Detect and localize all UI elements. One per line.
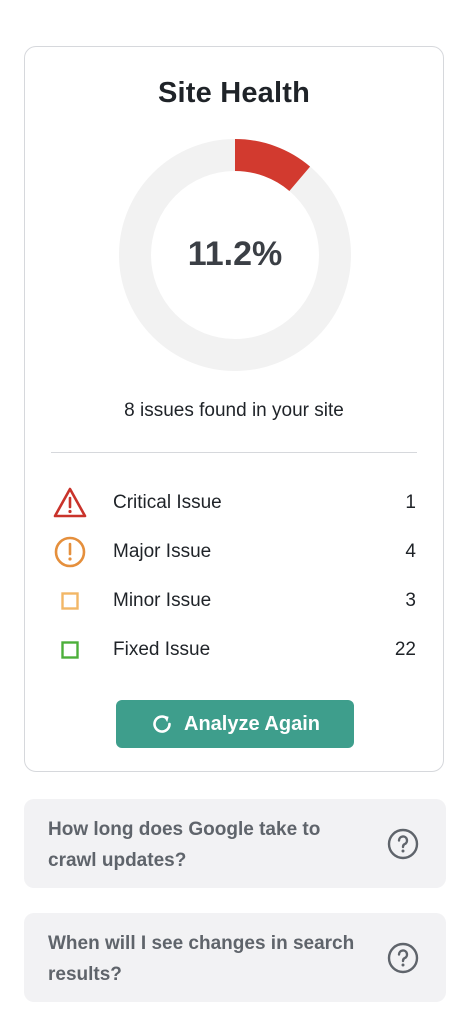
issue-row-major: Major Issue 4 bbox=[25, 534, 443, 583]
question-circle-icon[interactable] bbox=[387, 942, 419, 974]
issues-summary: 8 issues found in your site bbox=[124, 400, 344, 421]
faq-item-crawl-updates[interactable]: How long does Google take to crawl updat… bbox=[24, 799, 446, 888]
analyze-again-label: Analyze Again bbox=[184, 712, 320, 735]
square-outline-icon bbox=[52, 583, 88, 619]
issue-label: Minor Issue bbox=[113, 590, 212, 611]
refresh-icon bbox=[150, 712, 174, 736]
question-circle-icon[interactable] bbox=[387, 828, 419, 860]
issue-count: 4 bbox=[405, 541, 416, 562]
issue-count: 3 bbox=[405, 590, 416, 611]
exclamation-circle-icon bbox=[52, 534, 88, 570]
divider bbox=[51, 452, 417, 453]
issue-row-minor: Minor Issue 3 bbox=[25, 583, 443, 632]
faq-question: How long does Google take to crawl updat… bbox=[48, 819, 321, 871]
issue-row-critical: Critical Issue 1 bbox=[25, 485, 443, 534]
faq-item-search-changes[interactable]: When will I see changes in search result… bbox=[24, 913, 446, 1002]
issue-label: Major Issue bbox=[113, 541, 212, 562]
issue-row-fixed: Fixed Issue 22 bbox=[25, 632, 443, 681]
square-outline-icon bbox=[52, 632, 88, 668]
warning-triangle-icon bbox=[52, 485, 88, 521]
analyze-again-button[interactable]: Analyze Again bbox=[116, 700, 354, 748]
site-health-page: Site Health 11.2% 8 issues found in your… bbox=[0, 0, 463, 1024]
card-title: Site Health bbox=[157, 77, 311, 109]
issue-label: Fixed Issue bbox=[113, 639, 211, 660]
issue-count: 1 bbox=[405, 492, 416, 513]
faq-question: When will I see changes in search result… bbox=[48, 933, 355, 985]
health-donut-chart: 11.2% bbox=[119, 139, 351, 371]
site-health-card: Site Health 11.2% 8 issues found in your… bbox=[24, 46, 444, 772]
issue-label: Critical Issue bbox=[113, 492, 222, 513]
issue-count: 22 bbox=[394, 639, 416, 660]
issue-list: Critical Issue 1 Major Issue 4 Minor Iss… bbox=[25, 485, 443, 681]
health-percent: 11.2% bbox=[187, 235, 283, 273]
